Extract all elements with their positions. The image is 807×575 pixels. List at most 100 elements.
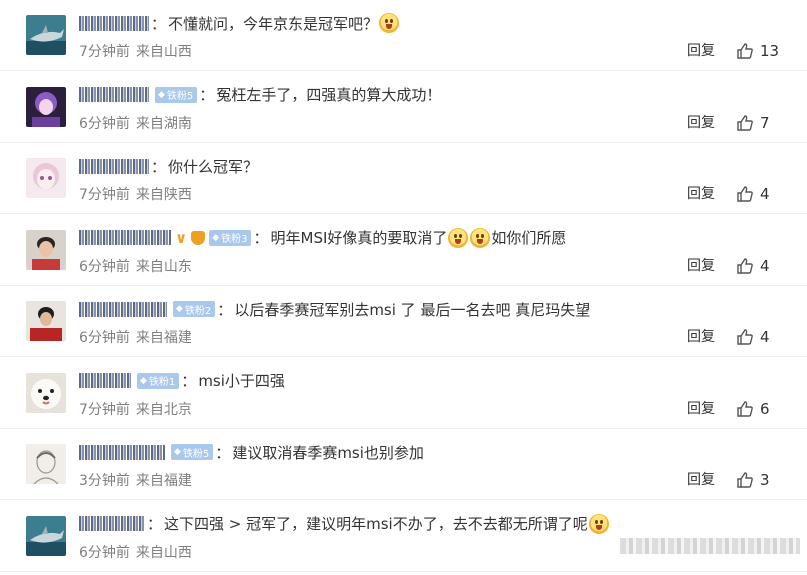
user-avatar[interactable] — [26, 86, 66, 127]
comment-item: ◆ 铁粉2：以后春季赛冠军别去msi 了 最后一名去吧 真尼玛失望 6分钟前 来自福建… — [0, 286, 807, 357]
username-blurred[interactable] — [79, 373, 131, 388]
comment-text: 建议取消春季赛msi也别参加 — [232, 443, 424, 462]
username-blurred[interactable] — [79, 87, 149, 102]
comment-line: ：这下四强 > 冠军了，建议明年msi不办了，去不去都无所谓了呢 — [79, 513, 795, 535]
reply-button[interactable]: 回复 — [687, 257, 715, 275]
comment-location: 来自山东 — [135, 258, 192, 275]
comment-item: ◆ 铁粉1： msi小于四强 7分钟前 来自北京 回复 6 — [0, 358, 807, 429]
fan-badge-label: 铁粉3 — [221, 234, 248, 245]
colon-separator: ： — [217, 300, 233, 319]
comment-location: 来自福建 — [135, 330, 192, 346]
comment-location: 来自福建 — [135, 473, 192, 489]
verified-v-icon: ∨ — [175, 228, 188, 247]
comment-time: 6分钟前 — [79, 115, 130, 132]
comment-line: ◆ 铁粉5：建议取消春季赛msi也别参加 — [79, 441, 795, 463]
emoji-icon — [470, 227, 491, 248]
comment-time: 6分钟前 — [79, 544, 130, 561]
comment-item: ◆ 铁粉5：建议取消春季赛msi也别参加 3分钟前 来自福建 回复 3 — [0, 429, 807, 500]
comment-text-tail: 如你们所愿 — [491, 229, 567, 247]
fan-badge-label: 铁粉5 — [182, 448, 210, 460]
blurred-watermark — [620, 538, 800, 554]
like-button[interactable]: 6 — [736, 398, 770, 420]
username-blurred[interactable] — [79, 516, 145, 531]
like-count: 7 — [760, 113, 770, 132]
comment-meta: 3分钟前 来自福建 — [79, 471, 192, 489]
thumbs-up-icon — [736, 400, 760, 418]
comment-meta: 6分钟前 来自山东 — [79, 257, 192, 275]
comment-item: ∨ ◆ 铁粉3：明年MSI好像真的要取消了 如你们所愿 6分钟前 来自山东 回复 4 — [0, 215, 807, 286]
comment-meta: 7分钟前 来自北京 — [79, 400, 192, 418]
colon-separator: ： — [151, 14, 167, 33]
like-button[interactable]: 4 — [736, 255, 770, 277]
comment-time: 7分钟前 — [79, 44, 130, 60]
username-blurred[interactable] — [79, 230, 171, 245]
comment-location: 来自山西 — [135, 44, 192, 60]
reply-button[interactable]: 回复 — [687, 400, 715, 418]
colon-separator: ： — [181, 372, 197, 390]
fan-badge[interactable]: ◆ 铁粉3 — [209, 229, 252, 246]
reply-button[interactable]: 回复 — [687, 114, 715, 132]
reply-button[interactable]: 回复 — [687, 42, 715, 60]
fan-badge[interactable]: ◆ 铁粉2 — [173, 301, 216, 317]
like-button[interactable]: 3 — [736, 469, 770, 491]
comment-item: ：这下四强 > 冠军了，建议明年msi不办了，去不去都无所谓了呢 6分钟前 来自山西 — [0, 501, 807, 572]
comment-line: ◆ 铁粉1： msi小于四强 — [79, 370, 795, 392]
user-avatar[interactable] — [26, 372, 66, 413]
like-button[interactable]: 13 — [736, 40, 779, 62]
comment-time: 3分钟前 — [79, 473, 130, 489]
comment-text: 明年MSI好像真的要取消了 — [270, 229, 448, 247]
like-button[interactable]: 4 — [736, 326, 770, 348]
emoji-icon — [448, 227, 469, 248]
thumbs-up-icon — [736, 257, 760, 275]
user-avatar[interactable] — [26, 158, 66, 198]
comment-location: 来自湖南 — [135, 115, 192, 132]
like-count: 4 — [760, 328, 770, 346]
diamond-icon: ◆ — [212, 232, 220, 243]
colon-separator: ： — [147, 515, 163, 533]
emoji-icon — [379, 13, 400, 33]
comment-text: 这下四强 > 冠军了，建议明年msi不办了，去不去都无所谓了呢 — [164, 515, 588, 533]
username-blurred[interactable] — [79, 158, 149, 174]
thumbs-up-icon — [736, 114, 760, 132]
fan-badge[interactable]: ◆ 铁粉5 — [171, 444, 214, 460]
diamond-icon: ◆ — [140, 375, 147, 386]
reply-button[interactable]: 回复 — [687, 185, 715, 203]
user-avatar[interactable] — [26, 301, 66, 341]
user-avatar[interactable] — [26, 15, 66, 55]
comment-time: 6分钟前 — [79, 330, 130, 346]
comment-text: 以后春季赛冠军别去msi 了 最后一名去吧 真尼玛失望 — [234, 300, 591, 319]
fan-badge[interactable]: ◆ 铁粉1 — [137, 372, 180, 389]
reply-button[interactable]: 回复 — [687, 471, 715, 489]
username-blurred[interactable] — [79, 301, 167, 317]
comment-line: ：你什么冠军？ — [79, 155, 795, 177]
colon-separator: ： — [151, 157, 167, 176]
fan-badge[interactable]: ◆ 铁粉5 — [155, 86, 198, 103]
username-blurred[interactable] — [79, 15, 149, 31]
comment-text: 不懂就问，今年京东是冠军吧？ — [168, 14, 379, 33]
comment-line: ◆ 铁粉5：冤枉左手了，四强真的算大成功！ — [79, 84, 795, 106]
user-avatar[interactable] — [26, 444, 66, 484]
comment-time: 7分钟前 — [79, 187, 130, 203]
username-blurred[interactable] — [79, 444, 165, 460]
user-avatar[interactable] — [26, 515, 66, 556]
thumbs-up-icon — [736, 328, 760, 346]
thumbs-up-icon — [736, 471, 760, 489]
user-avatar[interactable] — [26, 229, 66, 270]
comment-text: msi小于四强 — [198, 372, 285, 390]
colon-separator: ： — [215, 443, 231, 462]
comment-item: ：你什么冠军？ 7分钟前 来自陕西 回复 4 — [0, 143, 807, 214]
comment-line: ∨ ◆ 铁粉3：明年MSI好像真的要取消了 如你们所愿 — [79, 227, 795, 249]
thumbs-up-icon — [736, 185, 760, 203]
comment-location: 来自山西 — [135, 544, 192, 561]
like-button[interactable]: 7 — [736, 112, 770, 134]
comment-meta: 6分钟前 来自福建 — [79, 328, 192, 346]
fan-badge-label: 铁粉5 — [166, 91, 194, 102]
comment-location: 来自陕西 — [135, 187, 192, 203]
diamond-icon: ◆ — [158, 89, 165, 100]
comment-line: ：不懂就问，今年京东是冠军吧？ — [79, 12, 795, 34]
like-button[interactable]: 4 — [736, 183, 770, 205]
reply-button[interactable]: 回复 — [687, 328, 715, 346]
emoji-icon — [588, 513, 609, 534]
like-count: 3 — [760, 471, 770, 489]
comment-item: ：不懂就问，今年京东是冠军吧？ 7分钟前 来自山西 回复 13 — [0, 0, 807, 71]
